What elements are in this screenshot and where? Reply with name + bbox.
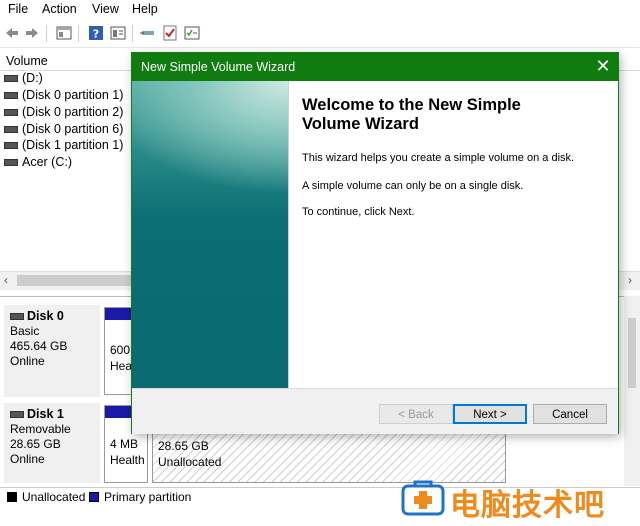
volume-name: (Disk 1 partition 1) (22, 138, 124, 152)
list-item[interactable]: (Disk 0 partition 1) (4, 88, 123, 104)
disk-status: Online (10, 452, 45, 466)
volume-header-label: Volume (6, 54, 48, 68)
disk-size: 28.65 GB (10, 437, 61, 451)
dialog-title-bar[interactable]: New Simple Volume Wizard ✕ (132, 53, 618, 81)
drive-icon (4, 75, 18, 83)
drive-icon (4, 92, 18, 100)
partition-status: Health (110, 453, 145, 467)
drive-icon (4, 109, 18, 117)
close-icon[interactable]: ✕ (592, 55, 614, 77)
forward-arrow-icon[interactable] (24, 25, 40, 41)
watermark-text: 电脑技术吧 (450, 488, 605, 523)
scroll-thumb[interactable] (628, 318, 636, 388)
disk-name: Disk 1 (27, 407, 64, 421)
menu-action[interactable]: Action (42, 2, 77, 16)
disk-type: Basic (10, 324, 40, 338)
watermark: 电脑技术吧 (398, 476, 638, 523)
list-item[interactable]: Acer (C:) (4, 155, 72, 171)
dialog-title: New Simple Volume Wizard (141, 60, 296, 74)
disk-type: Removable (10, 422, 71, 436)
drive-icon (4, 142, 18, 150)
help-icon[interactable]: ? (88, 25, 104, 41)
menu-bar: File Action View Help (0, 0, 640, 20)
volume-name: (D:) (22, 71, 43, 85)
menu-file[interactable]: File (8, 2, 28, 16)
disk-name: Disk 0 (27, 309, 64, 323)
wizard-note: A simple volume can only be on a single … (302, 180, 524, 192)
scroll-left-icon[interactable]: ‹ (4, 273, 8, 287)
settings-panel-icon[interactable] (184, 25, 200, 41)
scroll-right-icon[interactable]: › (628, 273, 632, 287)
wizard-description: This wizard helps you create a simple vo… (302, 152, 575, 164)
drive-icon (4, 126, 18, 134)
legend-label: Primary partition (104, 490, 192, 504)
wizard-heading-line-1: Welcome to the New Simple (302, 96, 521, 114)
drive-icon (4, 159, 18, 167)
menu-view[interactable]: View (92, 2, 119, 16)
list-item[interactable]: (D:) (4, 71, 43, 87)
drive-icon (10, 313, 24, 321)
dialog-footer: < Back Next > Cancel (132, 388, 618, 434)
connect-icon[interactable] (140, 25, 156, 41)
wizard-heading: Welcome to the New Simple Volume Wizard (302, 96, 602, 134)
toolbar-divider (78, 25, 79, 42)
cancel-button[interactable]: Cancel (533, 404, 607, 424)
properties-icon[interactable] (110, 25, 126, 41)
list-item[interactable]: (Disk 0 partition 2) (4, 105, 123, 121)
disk-0-label[interactable]: Disk 0 Basic 465.64 GB Online (4, 305, 100, 397)
volume-name: (Disk 0 partition 6) (22, 122, 124, 136)
volume-name: (Disk 0 partition 1) (22, 88, 124, 102)
svg-text:?: ? (93, 28, 99, 41)
list-item[interactable]: (Disk 0 partition 6) (4, 122, 123, 138)
toolbar: ? (0, 20, 640, 48)
vertical-scrollbar[interactable] (624, 296, 640, 486)
volume-name: Acer (C:) (22, 155, 72, 169)
list-item[interactable]: (Disk 1 partition 1) (4, 138, 123, 154)
legend-label: Unallocated (22, 490, 86, 504)
unallocated-swatch (7, 492, 17, 502)
wizard-instruction: To continue, click Next. (302, 206, 415, 218)
drive-icon (10, 411, 24, 419)
console-tree-icon[interactable] (56, 25, 72, 41)
disk-size: 465.64 GB (10, 339, 68, 353)
toolbar-divider (132, 25, 133, 42)
partition-size: 4 MB (110, 437, 139, 451)
checklist-icon[interactable] (162, 25, 178, 41)
new-simple-volume-wizard-dialog: New Simple Volume Wizard ✕ Welcome to th… (132, 53, 618, 434)
medical-kit-logo-icon (401, 480, 445, 516)
wizard-banner-image (132, 81, 288, 388)
next-button[interactable]: Next > (453, 404, 527, 424)
toolbar-divider (46, 25, 47, 42)
partition-size: 28.65 GB (158, 439, 209, 453)
divider (288, 81, 289, 388)
partition-status: Unallocated (158, 455, 222, 469)
disk-status: Online (10, 354, 45, 368)
menu-help[interactable]: Help (132, 2, 158, 16)
primary-partition-swatch (89, 492, 99, 502)
wizard-heading-line-2: Volume Wizard (302, 115, 419, 133)
scroll-thumb[interactable] (17, 275, 137, 286)
volume-name: (Disk 0 partition 2) (22, 105, 124, 119)
back-button[interactable]: < Back (379, 404, 453, 424)
back-arrow-icon[interactable] (4, 25, 20, 41)
disk-1-label[interactable]: Disk 1 Removable 28.65 GB Online (4, 403, 100, 483)
